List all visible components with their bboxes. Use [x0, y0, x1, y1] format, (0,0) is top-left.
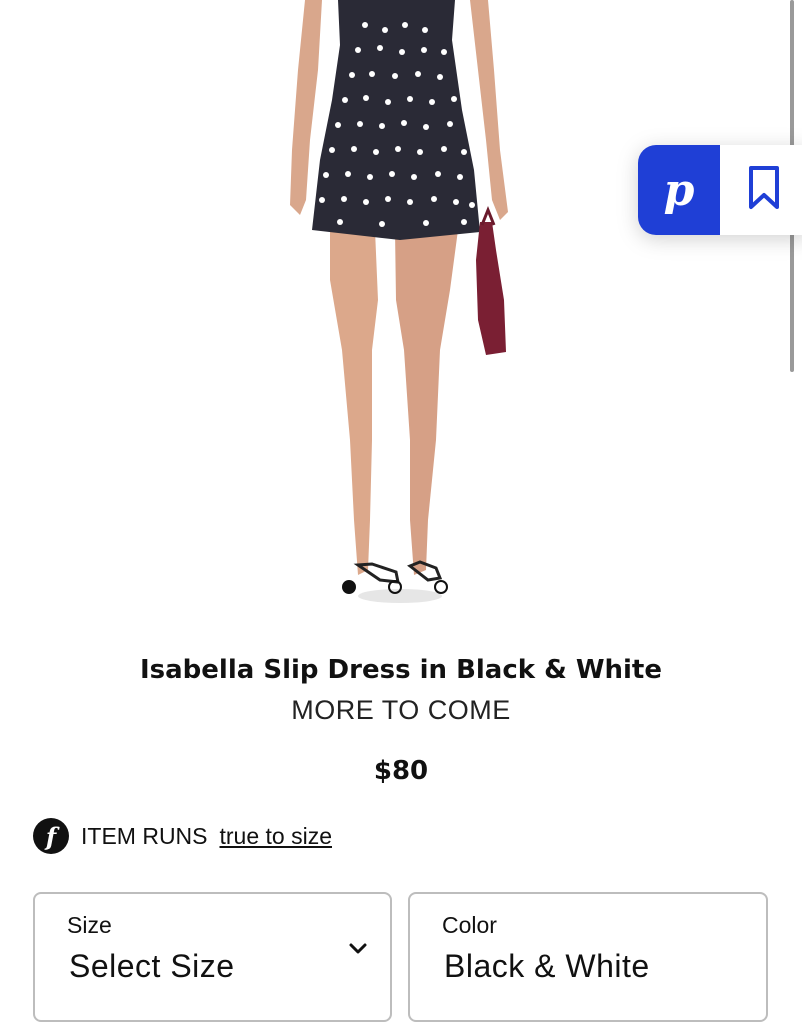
color-select-label: Color	[442, 912, 497, 938]
product-photo	[290, 0, 508, 603]
product-image-gallery[interactable]	[0, 0, 802, 610]
p-button[interactable]: p	[638, 145, 720, 235]
fit-label: ITEM RUNS	[81, 822, 208, 849]
color-select[interactable]: Color Black & White	[408, 892, 768, 1022]
product-price: $80	[373, 756, 429, 786]
product-brand[interactable]: MORE TO COME	[0, 695, 802, 726]
chevron-down-icon	[348, 942, 368, 961]
fit-info: f ITEM RUNS true to size	[33, 817, 332, 855]
gallery-dot-1[interactable]	[342, 580, 356, 594]
bookmark-icon	[747, 165, 781, 216]
size-select-value: Select Size	[69, 948, 235, 984]
p-button-label: p	[663, 164, 695, 216]
size-select-label: Size	[67, 912, 112, 938]
size-select[interactable]: Size Select Size	[33, 892, 392, 1022]
fit-brand-icon: f	[33, 818, 69, 854]
gallery-pagination	[342, 580, 448, 594]
product-title: Isabella Slip Dress in Black & White	[139, 655, 662, 685]
gallery-dot-2[interactable]	[388, 580, 402, 594]
color-select-value: Black & White	[444, 948, 650, 984]
gallery-dot-3[interactable]	[434, 580, 448, 594]
fit-value-link[interactable]: true to size	[220, 823, 333, 850]
floating-action-group: p	[638, 145, 802, 235]
bookmark-button[interactable]	[720, 145, 802, 235]
